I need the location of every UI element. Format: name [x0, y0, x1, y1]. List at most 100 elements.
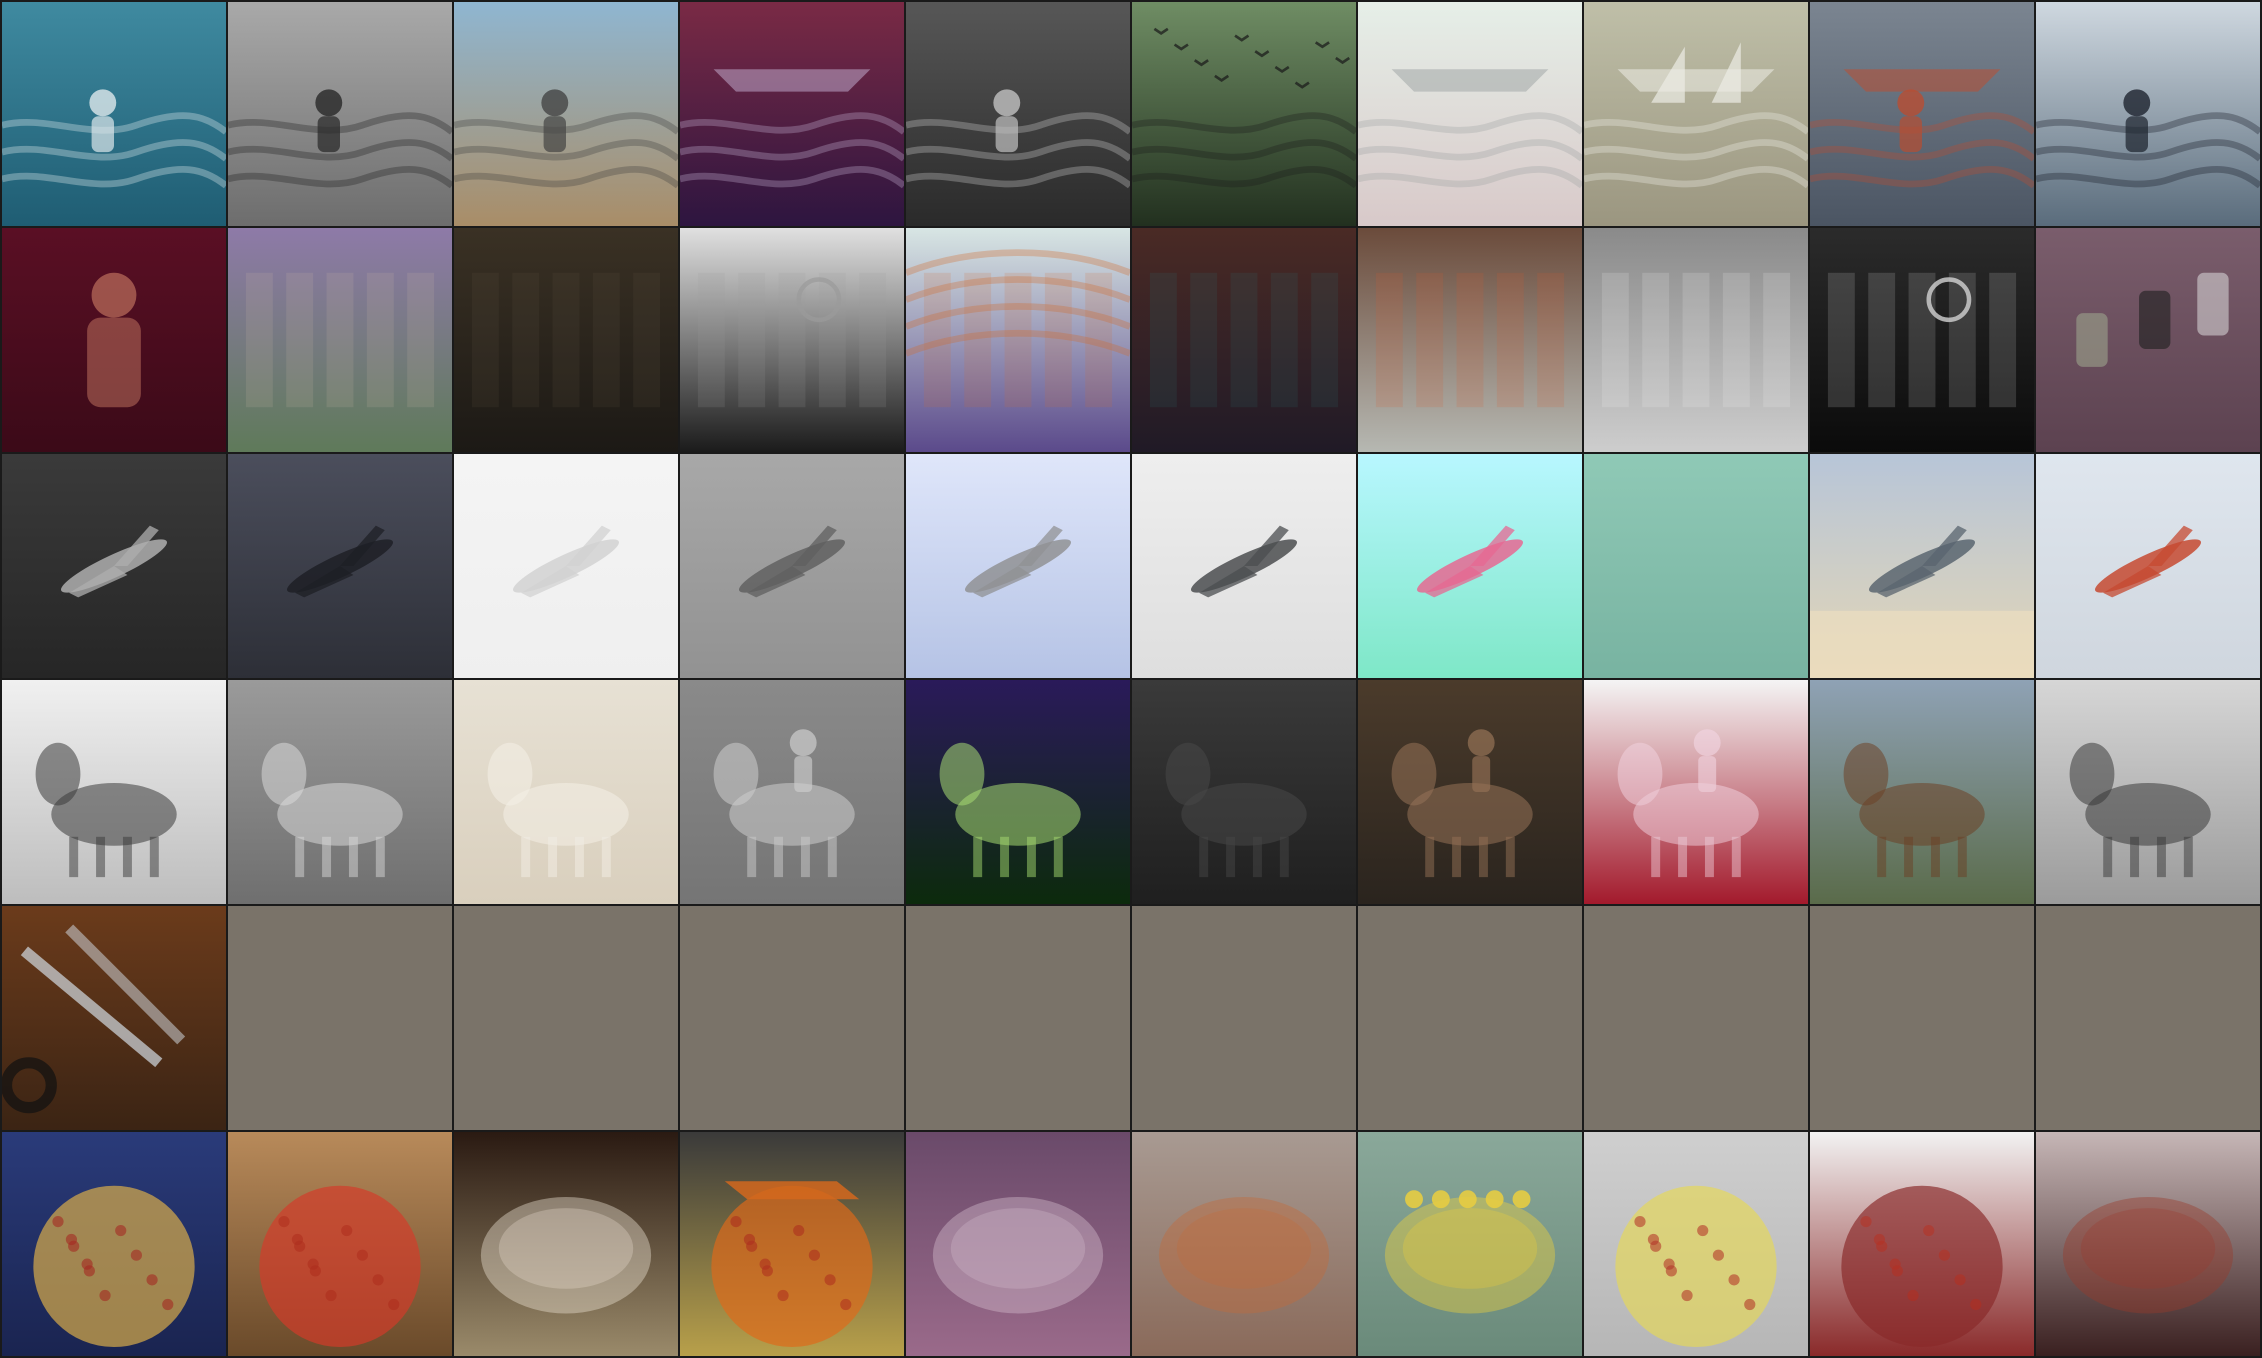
mosaic-tile-r6c2 — [228, 1132, 452, 1356]
tile-image-man-on-red-boat — [1810, 2, 2034, 226]
tile-image-square-pizza-pans — [228, 1132, 452, 1356]
mosaic-tile-r2c5 — [906, 228, 1130, 452]
mosaic-tile-r3c5 — [906, 454, 1130, 678]
mosaic-tile-r5c3 — [454, 906, 678, 1130]
mosaic-tile-r1c6 — [1132, 2, 1356, 226]
tile-image-food-trays-flowers — [1358, 1132, 1582, 1356]
mosaic-tile-r1c9 — [1810, 2, 2034, 226]
tile-image-sailboats-beach-sepia — [1584, 2, 1808, 226]
mosaic-tile-r4c2 — [228, 680, 452, 904]
tile-image-phones-and-foot — [2036, 228, 2260, 452]
tile-image-empty — [454, 906, 678, 1130]
mosaic-tile-r2c4 — [680, 228, 904, 452]
tile-image-dark-cow-closeup — [1132, 680, 1356, 904]
tile-image-birds-over-green-water — [1132, 2, 1356, 226]
tile-image-beach-lone-figure — [454, 2, 678, 226]
tile-image-airliner-dark-airport — [2, 454, 226, 678]
tile-image-red-jet-overhead — [2036, 454, 2260, 678]
mosaic-tile-r4c9 — [1810, 680, 2034, 904]
tile-image-surfer-big-wave — [2036, 2, 2260, 226]
mosaic-tile-r3c1 — [2, 454, 226, 678]
mosaic-tile-r3c6 — [1132, 454, 1356, 678]
mosaic-tile-r3c9 — [1810, 454, 2034, 678]
tile-image-cheese-pizza-pan — [1584, 1132, 1808, 1356]
mosaic-tile-r3c4 — [680, 454, 904, 678]
mosaic-tile-r1c7 — [1358, 2, 1582, 226]
tile-image-neon-animal-head — [906, 680, 1130, 904]
tile-image-horse-carriage-reflection — [2036, 680, 2260, 904]
mosaic-tile-r6c5 — [906, 1132, 1130, 1356]
mosaic-tile-r5c6 — [1132, 906, 1356, 1130]
tile-image-b29-bomber-display — [1810, 454, 2034, 678]
tile-image-pink-jet-aqua-sky — [1358, 454, 1582, 678]
tile-image-veggie-pizza-table — [2, 1132, 226, 1356]
tile-image-blurred-building-bw — [1584, 228, 1808, 452]
mosaic-tile-r1c1 — [2, 2, 226, 226]
tile-image-orange-scooter-pizza — [680, 1132, 904, 1356]
tile-image-teal-sky-fragment — [1584, 454, 1808, 678]
tile-image-clock-archway-bw — [680, 228, 904, 452]
mosaic-tile-r1c2 — [228, 2, 452, 226]
tile-image-building-balconies-hydrant — [1358, 228, 1582, 452]
tile-image-noodle-bowl-purple — [906, 1132, 1130, 1356]
mosaic-tile-r1c3 — [454, 2, 678, 226]
tile-image-glass-arched-ceiling — [906, 228, 1130, 452]
tile-image-fighter-jet-white-sky — [1132, 454, 1356, 678]
tile-image-empty — [1584, 906, 1808, 1130]
mosaic-tile-r2c2 — [228, 228, 452, 452]
mosaic-tile-r5c2 — [228, 906, 452, 1130]
mosaic-tile-r2c9 — [1810, 228, 2034, 452]
mosaic-tile-r5c7 — [1358, 906, 1582, 1130]
tile-image-stew-pot — [1132, 1132, 1356, 1356]
tile-image-dark-surf-lone-surfer — [906, 2, 1130, 226]
mosaic-tile-r2c7 — [1358, 228, 1582, 452]
image-mosaic-grid — [0, 0, 2262, 1358]
mosaic-tile-r6c9 — [1810, 1132, 2034, 1356]
mosaic-tile-r1c10 — [2036, 2, 2260, 226]
tile-image-brick-arches-dim — [1132, 228, 1356, 452]
mosaic-tile-r2c6 — [1132, 228, 1356, 452]
mosaic-tile-r3c10 — [2036, 454, 2260, 678]
tile-image-white-horse-faded — [454, 680, 678, 904]
mosaic-tile-r6c7 — [1358, 1132, 1582, 1356]
mosaic-tile-r2c10 — [2036, 228, 2260, 452]
mosaic-tile-r2c8 — [1584, 228, 1808, 452]
tile-image-surfer-paddling-grayscale — [228, 2, 452, 226]
mosaic-tile-r6c4 — [680, 1132, 904, 1356]
mosaic-tile-r6c8 — [1584, 1132, 1808, 1356]
tile-image-mules-with-packs-bw — [2, 680, 226, 904]
tile-image-empty — [228, 906, 452, 1130]
mosaic-tile-r4c7 — [1358, 680, 1582, 904]
mosaic-tile-r4c3 — [454, 680, 678, 904]
mosaic-tile-r6c6 — [1132, 1132, 1356, 1356]
mosaic-tile-r4c6 — [1132, 680, 1356, 904]
mosaic-tile-r5c10 — [2036, 906, 2260, 1130]
tile-image-clock-tower-night — [1810, 228, 2034, 452]
mosaic-tile-r6c1 — [2, 1132, 226, 1356]
tile-image-dark-building-street — [454, 228, 678, 452]
mosaic-tile-r4c8 — [1584, 680, 1808, 904]
mosaic-tile-r5c8 — [1584, 906, 1808, 1130]
tile-image-empty — [906, 906, 1130, 1130]
tile-image-faded-beach-boat — [1358, 2, 1582, 226]
tile-image-woman-bodyboarding-wave — [2, 2, 226, 226]
tile-image-girl-riding-white-pony — [1584, 680, 1808, 904]
mosaic-tile-r3c2 — [228, 454, 452, 678]
tile-image-empty — [2036, 906, 2260, 1130]
mosaic-tile-r4c4 — [680, 680, 904, 904]
mosaic-tile-r3c8 — [1584, 454, 1808, 678]
tile-image-empty — [1132, 906, 1356, 1130]
tile-image-fighter-jet-blur — [680, 454, 904, 678]
mosaic-tile-r6c10 — [2036, 1132, 2260, 1356]
mosaic-tile-r3c7 — [1358, 454, 1582, 678]
tile-image-scissors-on-wood-box — [2, 906, 226, 1130]
mosaic-tile-r5c5 — [906, 906, 1130, 1130]
tile-image-plane-washed-out — [454, 454, 678, 678]
tile-image-plane-stormy-sky — [228, 454, 452, 678]
mosaic-tile-r1c5 — [906, 2, 1130, 226]
mosaic-tile-r2c3 — [454, 228, 678, 452]
mosaic-tile-r4c10 — [2036, 680, 2260, 904]
tile-image-sheep-leaping-gray — [228, 680, 452, 904]
tile-image-woman-sunglasses-red-wall — [2, 228, 226, 452]
tile-image-hot-dog-closeup — [2036, 1132, 2260, 1356]
